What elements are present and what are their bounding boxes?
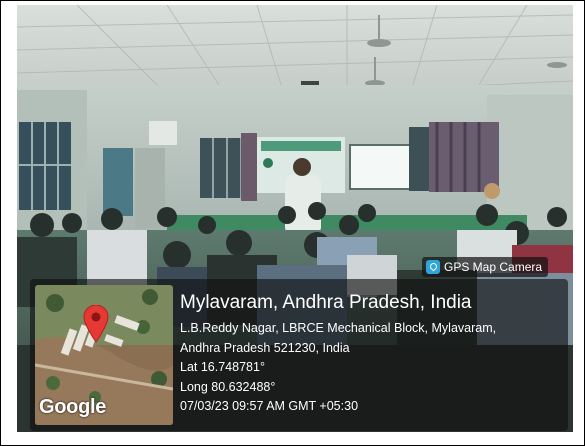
google-watermark: Google xyxy=(39,396,107,418)
gps-map-camera-badge: GPS Map Camera xyxy=(422,257,549,277)
latitude-text: Lat 16.748781° xyxy=(180,360,265,374)
location-details: Mylavaram, Andhra Pradesh, India L.B.Red… xyxy=(180,291,564,417)
map-thumbnail: Google xyxy=(35,285,173,425)
location-title: Mylavaram, Andhra Pradesh, India xyxy=(180,292,472,313)
address-line-1: L.B.Reddy Nagar, LBRCE Mechanical Block,… xyxy=(180,321,497,335)
map-marker-icon xyxy=(83,305,109,343)
longitude-text: Long 80.632488° xyxy=(180,379,276,394)
datetime-text: 07/03/23 09:57 AM GMT +05:30 xyxy=(180,399,359,413)
classroom-photo: GPS Map Camera Google Mylavaram, Andhra … xyxy=(17,5,573,432)
address-line-2: Andhra Pradesh 521230, India xyxy=(180,340,350,355)
location-card: Google Mylavaram, Andhra Pradesh, India … xyxy=(30,279,568,431)
badge-label: GPS Map Camera xyxy=(444,260,543,274)
gps-map-camera-icon xyxy=(426,260,440,274)
